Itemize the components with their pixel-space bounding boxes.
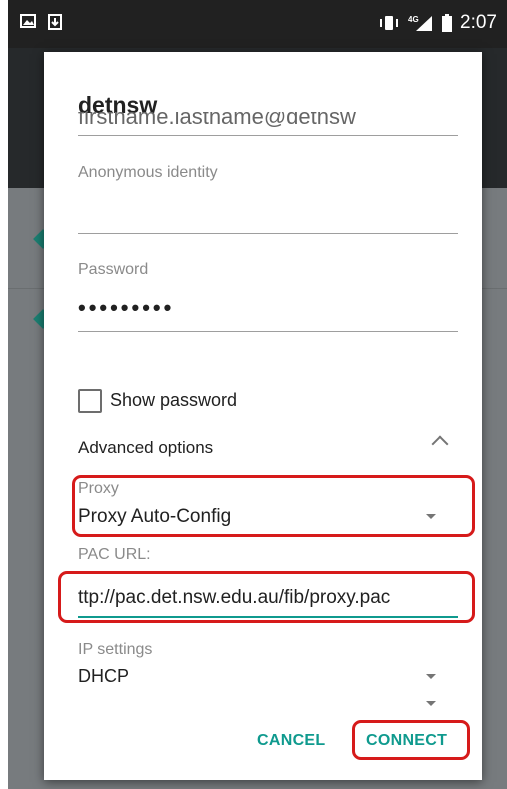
advanced-options-label[interactable]: Advanced options [78, 438, 213, 458]
download-notification-icon [48, 14, 62, 30]
image-notification-icon [20, 14, 36, 28]
status-bar: 4G 2:07 [8, 0, 507, 48]
system-status: 4G 2:07 [378, 12, 497, 34]
clock-time: 2:07 [460, 12, 497, 33]
identity-field[interactable]: firstname.lastname@detnsw [78, 112, 458, 134]
password-input[interactable]: ••••••••• [78, 295, 174, 321]
chevron-up-icon[interactable] [431, 435, 449, 453]
anonymous-identity-underline [78, 233, 458, 234]
chevron-down-icon[interactable] [426, 701, 436, 706]
battery-icon [442, 14, 453, 32]
phone-screen: 4G 2:07 detnsw firstname.lastname@detnsw… [8, 0, 507, 789]
connect-highlight-box [352, 720, 470, 760]
identity-value: firstname.lastname@detnsw [78, 112, 356, 129]
cancel-button[interactable]: CANCEL [257, 732, 325, 750]
ip-settings-dropdown[interactable]: DHCP [78, 666, 129, 687]
wifi-connect-dialog: detnsw firstname.lastname@detnsw Anonymo… [44, 52, 482, 780]
password-underline [78, 331, 458, 332]
show-password-label[interactable]: Show password [110, 390, 237, 411]
pac-url-highlight-box [58, 571, 475, 623]
anonymous-identity-label: Anonymous identity [78, 164, 218, 181]
show-password-checkbox[interactable] [78, 389, 102, 413]
vibrate-icon [380, 16, 399, 30]
password-label: Password [78, 261, 149, 278]
pac-url-label: PAC URL: [78, 546, 151, 563]
anonymous-identity-input[interactable] [78, 198, 458, 228]
ip-settings-label: IP settings [78, 641, 153, 658]
chevron-down-icon[interactable] [426, 674, 436, 679]
proxy-highlight-box [72, 475, 475, 537]
network-type-label: 4G [408, 15, 419, 24]
signal-icon: 4G [408, 15, 433, 31]
identity-underline [78, 135, 458, 136]
notification-icons [20, 14, 62, 30]
